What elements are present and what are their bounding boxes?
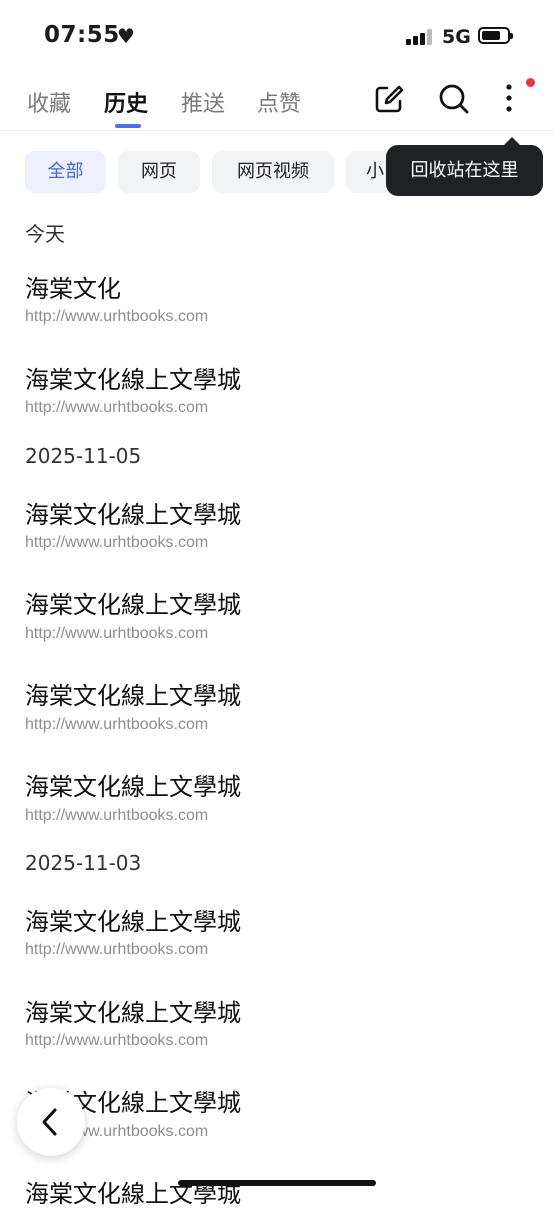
tab-history[interactable]: 历史 (104, 86, 148, 118)
tab-push[interactable]: 推送 (181, 86, 225, 118)
item-url: http://www.urhtbooks.com (25, 308, 209, 325)
item-title: 海棠文化線上文學城 (25, 682, 241, 710)
header-tabs: 收藏 历史 推送 点赞 (0, 70, 554, 131)
filter-chip-webpage[interactable]: 网页 (118, 151, 200, 193)
network-type: 5G (442, 26, 471, 48)
heart-icon: ♥ (117, 24, 135, 48)
edit-icon[interactable] (372, 82, 406, 116)
signal-icon (406, 29, 434, 45)
tab-likes[interactable]: 点赞 (257, 86, 301, 118)
item-title: 海棠文化線上文學城 (25, 501, 241, 529)
item-url: http://www.urhtbooks.com (25, 1032, 209, 1049)
date-header: 2025-11-03 (25, 851, 142, 875)
battery-icon (478, 27, 513, 44)
recycle-bin-tooltip[interactable]: 回收站在这里 (386, 137, 543, 196)
item-title: 海棠文化線上文學城 (25, 366, 241, 394)
item-url: http://www.urhtbooks.com (25, 534, 209, 551)
item-url: http://www.urhtbooks.com (25, 716, 209, 733)
more-icon[interactable] (492, 82, 526, 116)
date-header: 今天 (25, 222, 65, 246)
notification-badge (526, 78, 535, 87)
search-icon[interactable] (437, 82, 471, 116)
item-title: 海棠文化線上文學城 (25, 908, 241, 936)
tooltip-arrow (504, 137, 520, 145)
tooltip-text: 回收站在这里 (410, 160, 519, 181)
filter-chip-web-video[interactable]: 网页视频 (212, 151, 334, 193)
item-title: 海棠文化線上文學城 (25, 999, 241, 1027)
chevron-left-icon (42, 1108, 57, 1136)
item-url: http://www.urhtbooks.com (25, 941, 209, 958)
back-button[interactable] (17, 1088, 85, 1156)
item-title: 海棠文化線上文學城 (25, 773, 241, 801)
date-header: 2025-11-05 (25, 444, 142, 468)
item-title: 海棠文化線上文學城 (25, 591, 241, 619)
status-time: 07:55 (44, 22, 120, 48)
item-url: http://www.urhtbooks.com (25, 625, 209, 642)
tab-favorites[interactable]: 收藏 (27, 86, 71, 118)
status-bar: 07:55 ♥ 5G (0, 0, 554, 70)
home-indicator (178, 1180, 376, 1186)
filter-chip-all[interactable]: 全部 (25, 151, 106, 193)
item-title: 海棠文化 (25, 275, 121, 303)
active-tab-indicator (115, 124, 141, 128)
item-url: http://www.urhtbooks.com (25, 807, 209, 824)
item-url: http://www.urhtbooks.com (25, 399, 209, 416)
